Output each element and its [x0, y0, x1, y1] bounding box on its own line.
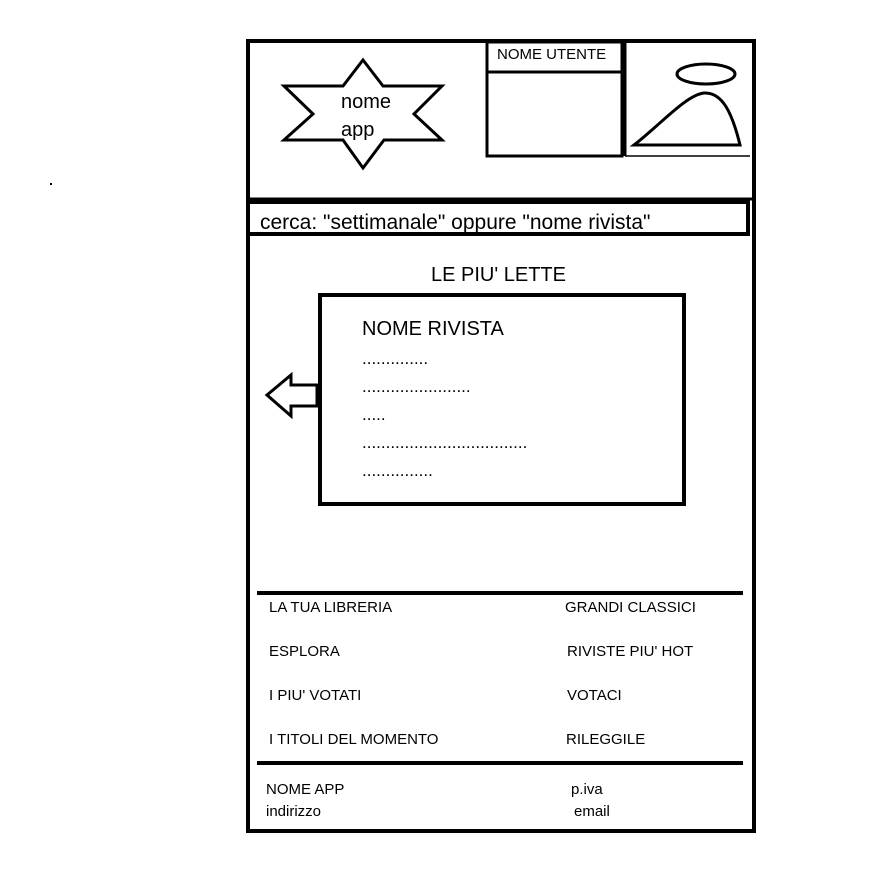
logo-text-line1: nome [341, 91, 392, 113]
footer-vat: p.iva [571, 781, 603, 798]
nav-link-library[interactable]: LA TUA LIBRERIA [269, 600, 392, 615]
magazine-detail-line: ............... [362, 461, 433, 480]
nav-link-explore[interactable]: ESPLORA [269, 644, 340, 659]
magazine-detail-line: ..... [362, 405, 386, 424]
nav-link-hot[interactable]: RIVISTE PIU' HOT [567, 644, 693, 659]
section-title: LE PIU' LETTE [431, 264, 566, 286]
user-avatar-icon[interactable] [623, 42, 750, 157]
star-icon[interactable] [280, 57, 446, 171]
search-placeholder[interactable]: cerca: "settimanale" oppure "nome rivist… [260, 212, 651, 233]
nav-link-trending[interactable]: I TITOLI DEL MOMENTO [269, 732, 438, 747]
username-label: NOME UTENTE [497, 46, 607, 63]
footer-address: indirizzo [266, 803, 322, 820]
magazine-detail-line: ....................... [362, 377, 471, 396]
magazine-detail-line: ................................... [362, 433, 528, 452]
magazine-title[interactable]: NOME RIVISTA [362, 319, 504, 339]
arrow-left-icon[interactable] [264, 371, 319, 420]
footer-app-name: NOME APP [266, 781, 345, 798]
nav-link-vote-us[interactable]: VOTACI [567, 688, 622, 703]
nav-link-classics[interactable]: GRANDI CLASSICI [565, 600, 696, 615]
nav-link-reread[interactable]: RILEGGILE [566, 732, 645, 747]
nav-link-most-voted[interactable]: I PIU' VOTATI [269, 688, 361, 703]
magazine-detail-line: .............. [362, 349, 429, 368]
footer-email[interactable]: email [574, 804, 610, 819]
logo-text-line2: app [341, 119, 375, 141]
